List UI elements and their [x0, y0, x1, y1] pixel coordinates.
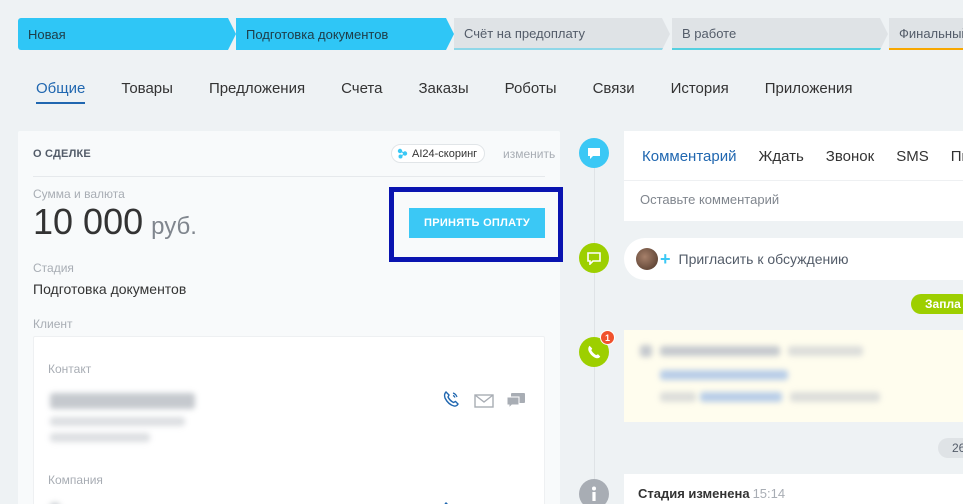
- stage-changed-card: Стадия изменена 15:14: [624, 474, 963, 504]
- tab-quotes[interactable]: Предложения: [209, 80, 305, 104]
- change-link[interactable]: изменить: [503, 147, 555, 161]
- deal-card-header: О СДЕЛКЕ AI24-скоринг изменить: [33, 131, 555, 177]
- ai-network-icon: [397, 148, 408, 159]
- tab-invoices[interactable]: Счета: [341, 80, 382, 104]
- call-phone-redacted: [790, 392, 880, 402]
- chat-bubble-icon: [579, 243, 609, 273]
- activity-tabs: Комментарий Ждать Звонок SMS Пис: [642, 148, 963, 165]
- checkbox-redacted[interactable]: [640, 345, 652, 357]
- timeline-line: [594, 150, 595, 504]
- ai-badge-label: AI24-скоринг: [412, 147, 478, 160]
- tab-applications[interactable]: Приложения: [765, 80, 853, 104]
- activity-tab-email[interactable]: Пис: [951, 148, 963, 165]
- stage-pipeline: Новая Подготовка документов Счёт на пред…: [18, 18, 963, 50]
- activity-tab-comment[interactable]: Комментарий: [642, 148, 736, 165]
- deal-tabs: Общие Товары Предложения Счета Заказы Ро…: [36, 80, 889, 104]
- stage-new[interactable]: Новая: [18, 18, 236, 50]
- deal-card: О СДЕЛКЕ AI24-скоринг изменить Сумма и в…: [18, 131, 563, 504]
- section-title: О СДЕЛКЕ: [33, 148, 91, 160]
- stage-label: Стадия: [33, 261, 74, 275]
- contact-name-redacted[interactable]: [50, 393, 195, 409]
- tab-general[interactable]: Общие: [36, 80, 86, 104]
- stage-final[interactable]: Финальный: [889, 18, 963, 50]
- tab-history[interactable]: История: [671, 80, 729, 104]
- contact-label: Контакт: [48, 362, 92, 376]
- client-label: Клиент: [33, 317, 73, 331]
- amount-number: 10 000: [33, 201, 144, 242]
- divider: [624, 180, 963, 181]
- currency: руб.: [151, 213, 197, 240]
- mail-icon[interactable]: [474, 394, 494, 408]
- planned-section-pill: Запла: [911, 294, 963, 314]
- comment-input[interactable]: Оставьте комментарий: [640, 192, 779, 207]
- client-box: Контакт Компания: [33, 336, 545, 504]
- call-activity-card[interactable]: [624, 330, 963, 422]
- company-label: Компания: [48, 473, 103, 487]
- tab-robots[interactable]: Роботы: [505, 80, 557, 104]
- call-client-redacted[interactable]: [700, 392, 782, 402]
- call-detail-redacted: [660, 392, 696, 402]
- plus-icon: +: [660, 248, 671, 269]
- stage-documents[interactable]: Подготовка документов: [236, 18, 454, 50]
- activity-tab-sms[interactable]: SMS: [896, 148, 929, 165]
- tab-products[interactable]: Товары: [121, 80, 173, 104]
- phone-icon[interactable]: [442, 390, 460, 408]
- comment-icon: [579, 138, 609, 168]
- call-link-redacted[interactable]: [660, 370, 788, 380]
- invite-text: Пригласить к обсуждению: [678, 251, 849, 267]
- activity-tab-call[interactable]: Звонок: [826, 148, 874, 165]
- tab-orders[interactable]: Заказы: [418, 80, 468, 104]
- info-icon: [579, 479, 609, 504]
- notification-badge: 1: [600, 330, 615, 345]
- date-pill: 26: [938, 438, 963, 458]
- stage-changed-time: 15:14: [752, 486, 786, 501]
- activity-editor: Комментарий Ждать Звонок SMS Пис Оставьт…: [624, 131, 963, 221]
- stage-in-progress[interactable]: В работе: [672, 18, 888, 50]
- highlight-frame: [389, 187, 563, 262]
- call-title-redacted: [660, 346, 780, 356]
- contact-detail-redacted: [50, 417, 185, 426]
- amount-label: Сумма и валюта: [33, 187, 125, 201]
- invite-to-discussion[interactable]: + Пригласить к обсуждению: [624, 238, 963, 280]
- chat-icon[interactable]: [506, 392, 526, 410]
- stage-changed-title-text: Стадия изменена: [638, 486, 750, 501]
- contact-detail-redacted: [50, 433, 150, 442]
- stage-changed-title: Стадия изменена 15:14: [638, 486, 785, 501]
- avatar: [636, 248, 658, 270]
- activity-tab-wait[interactable]: Ждать: [758, 148, 803, 165]
- call-time-redacted: [788, 346, 863, 356]
- stage-prepayment-invoice[interactable]: Счёт на предоплату: [454, 18, 670, 50]
- tab-links[interactable]: Связи: [593, 80, 635, 104]
- ai-scoring-badge[interactable]: AI24-скоринг: [391, 144, 486, 163]
- stage-value[interactable]: Подготовка документов: [33, 281, 186, 297]
- amount-value: 10 000 руб.: [33, 201, 197, 243]
